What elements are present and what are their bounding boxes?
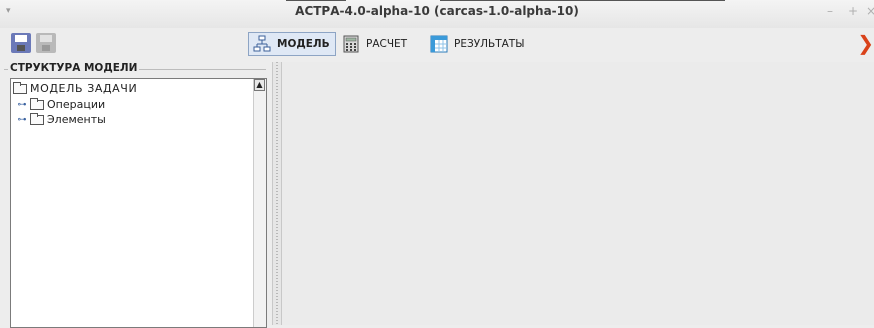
expand-toggle-icon[interactable]: ⊶ <box>17 115 27 125</box>
folder-icon <box>13 81 27 94</box>
main-toolbar: МОДЕЛЬ РАСЧЕТ РЕЗУЛЬТАТЫ ❯ <box>0 28 874 62</box>
model-tree[interactable]: МОДЕЛЬ ЗАДАЧИ ⊶ Операции ⊶ Элементы ▲ <box>10 78 267 328</box>
scroll-up-arrow-icon[interactable]: ▲ <box>254 79 265 91</box>
floppy-disk-disabled-icon <box>36 33 56 53</box>
tab-calculation[interactable]: РАСЧЕТ <box>338 32 418 56</box>
tab-results[interactable]: РЕЗУЛЬТАТЫ <box>426 32 536 56</box>
model-tree-icon <box>253 35 271 53</box>
folder-icon <box>30 112 44 125</box>
tab-model[interactable]: МОДЕЛЬ <box>248 32 336 56</box>
panel-splitter[interactable] <box>272 62 282 325</box>
tab-model-label: МОДЕЛЬ <box>277 38 330 50</box>
splitter-grip[interactable] <box>276 62 278 325</box>
tree-item-operations-label: Операции <box>47 98 106 111</box>
exit-button[interactable]: ❯ <box>857 31 874 55</box>
window-title: АСТРА-4.0-alpha-10 (carcas-1.0-alpha-10) <box>295 4 579 18</box>
close-window-button[interactable]: × <box>866 4 874 18</box>
title-underline <box>440 0 725 1</box>
model-structure-panel: СТРУКТУРА МОДЕЛИ МОДЕЛЬ ЗАДАЧИ ⊶ Операци… <box>0 62 272 328</box>
tree-item-elements[interactable]: ⊶ Элементы <box>17 112 106 126</box>
floppy-disk-icon <box>11 33 31 53</box>
expand-toggle-icon[interactable]: ⊶ <box>17 100 27 110</box>
tree-item-elements-label: Элементы <box>47 113 106 126</box>
save-button[interactable] <box>11 33 33 55</box>
maximize-button[interactable]: + <box>848 4 858 18</box>
results-table-icon <box>430 35 448 53</box>
folder-icon <box>30 97 44 110</box>
minimize-button[interactable]: – <box>827 4 833 18</box>
tree-item-operations[interactable]: ⊶ Операции <box>17 97 106 111</box>
tree-root-item[interactable]: МОДЕЛЬ ЗАДАЧИ <box>13 81 138 95</box>
title-bar: ▾ АСТРА-4.0-alpha-10 (carcas-1.0-alpha-1… <box>0 0 874 28</box>
tree-root-label: МОДЕЛЬ ЗАДАЧИ <box>30 82 138 95</box>
calculator-icon <box>342 35 360 53</box>
tab-results-label: РЕЗУЛЬТАТЫ <box>454 38 525 50</box>
tree-scrollbar[interactable]: ▲ <box>253 79 266 327</box>
workspace-area <box>282 62 874 325</box>
tab-calculation-label: РАСЧЕТ <box>366 38 408 50</box>
model-structure-title: СТРУКТУРА МОДЕЛИ <box>8 62 140 74</box>
save-as-button[interactable] <box>36 33 58 55</box>
title-underline <box>286 0 346 1</box>
